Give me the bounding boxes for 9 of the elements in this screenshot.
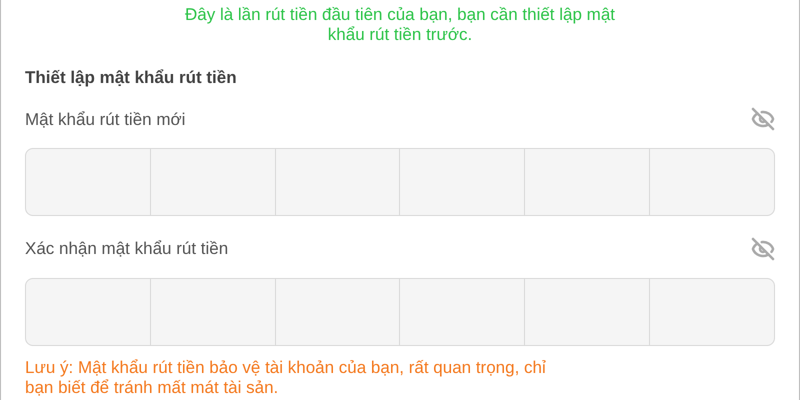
field-label: Mật khẩu rút tiền mới [25, 108, 186, 130]
eye-off-icon[interactable] [751, 107, 775, 132]
pin-input[interactable] [25, 148, 775, 216]
eye-off-icon[interactable] [751, 236, 775, 261]
section-heading: Thiết lập mật khẩu rút tiền [25, 67, 237, 89]
warning-note: Lưu ý: Mật khẩu rút tiền bảo vệ tài khoản của bạn, rất quan trọng, chỉ bạn biết để tránh mất mát tài sản. [25, 358, 547, 398]
notice-text: Đây là lần rút tiền đầu tiên của bạn, bạn cần thiết lập mật khẩu rút tiền trước. [184, 5, 616, 45]
pin-input[interactable] [25, 278, 775, 346]
field-label: Xác nhận mật khẩu rút tiền [25, 238, 228, 260]
